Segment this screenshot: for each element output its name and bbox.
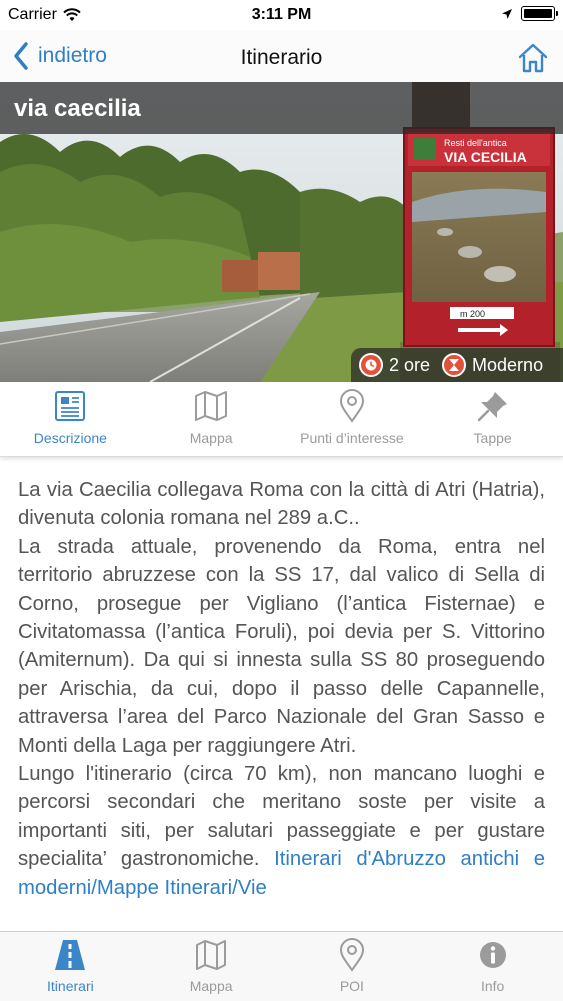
tab-label: Punti d’interesse bbox=[300, 430, 404, 446]
hero-title-bar: via caecilia bbox=[0, 82, 563, 134]
tab-poi[interactable]: POI bbox=[282, 932, 423, 1001]
sign-distance: m 200 bbox=[460, 309, 485, 319]
map-pin-icon bbox=[339, 389, 364, 423]
description-paragraph: Lungo l'itinerario (circa 70 km), non ma… bbox=[18, 760, 545, 902]
map-icon bbox=[196, 940, 227, 970]
description-paragraph: La strada attuale, provenendo da Roma, e… bbox=[18, 535, 545, 757]
via-cecilia-sign: Resti dell'antica VIA CECILIA m 200 bbox=[403, 127, 555, 347]
battery-icon bbox=[521, 6, 558, 21]
location-arrow-icon bbox=[502, 8, 512, 19]
clock: 3:11 PM bbox=[251, 6, 312, 23]
status-bar: Carrier 3:11 PM bbox=[0, 0, 563, 30]
map-pin-icon bbox=[339, 938, 364, 972]
route-badges: 2 ore Moderno bbox=[351, 348, 563, 382]
hero-image: Resti dell'antica VIA CECILIA m 200 via … bbox=[0, 82, 563, 382]
tab-label: Mappa bbox=[189, 978, 233, 994]
tab-mappa-bottom[interactable]: Mappa bbox=[141, 932, 282, 1001]
tab-tappe[interactable]: Tappe bbox=[422, 382, 563, 456]
home-icon[interactable] bbox=[517, 42, 549, 74]
tab-itinerari[interactable]: Itinerari bbox=[0, 932, 141, 1001]
hourglass-icon bbox=[442, 353, 467, 377]
tab-label: Tappe bbox=[473, 430, 512, 446]
tab-label: Descrizione bbox=[33, 430, 107, 446]
clock-icon bbox=[359, 353, 383, 377]
duration-label: 2 ore bbox=[389, 354, 431, 375]
tab-label: Mappa bbox=[189, 430, 233, 446]
tab-label: Itinerari bbox=[47, 978, 94, 994]
map-icon bbox=[195, 391, 228, 421]
document-icon bbox=[55, 391, 86, 421]
tab-info[interactable]: Info bbox=[422, 932, 563, 1001]
tab-mappa[interactable]: Mappa bbox=[141, 382, 282, 456]
road-icon bbox=[55, 940, 86, 970]
tab-label: POI bbox=[339, 978, 364, 994]
bottom-tab-bar: Itinerari Mappa POI Info bbox=[0, 931, 563, 1001]
page-title: Itinerario bbox=[240, 46, 323, 69]
description-paragraph: La via Caecilia collegava Roma con la ci… bbox=[18, 479, 545, 530]
pushpin-icon bbox=[477, 392, 507, 422]
section-tabs: Descrizione Mappa Punti d’interesse Tapp… bbox=[0, 382, 563, 457]
sign-header: Resti dell'antica bbox=[444, 138, 507, 148]
era-label: Moderno bbox=[472, 354, 544, 375]
tab-descrizione[interactable]: Descrizione bbox=[0, 382, 141, 456]
navigation-bar: indietro Itinerario bbox=[0, 30, 563, 83]
description-text: La via Caecilia collegava Roma con la ci… bbox=[18, 476, 545, 918]
tab-label: Info bbox=[480, 978, 505, 994]
route-title: via caecilia bbox=[14, 95, 141, 122]
info-icon bbox=[479, 942, 506, 968]
sign-title: VIA CECILIA bbox=[444, 149, 527, 165]
tab-punti-interesse[interactable]: Punti d’interesse bbox=[282, 382, 423, 456]
